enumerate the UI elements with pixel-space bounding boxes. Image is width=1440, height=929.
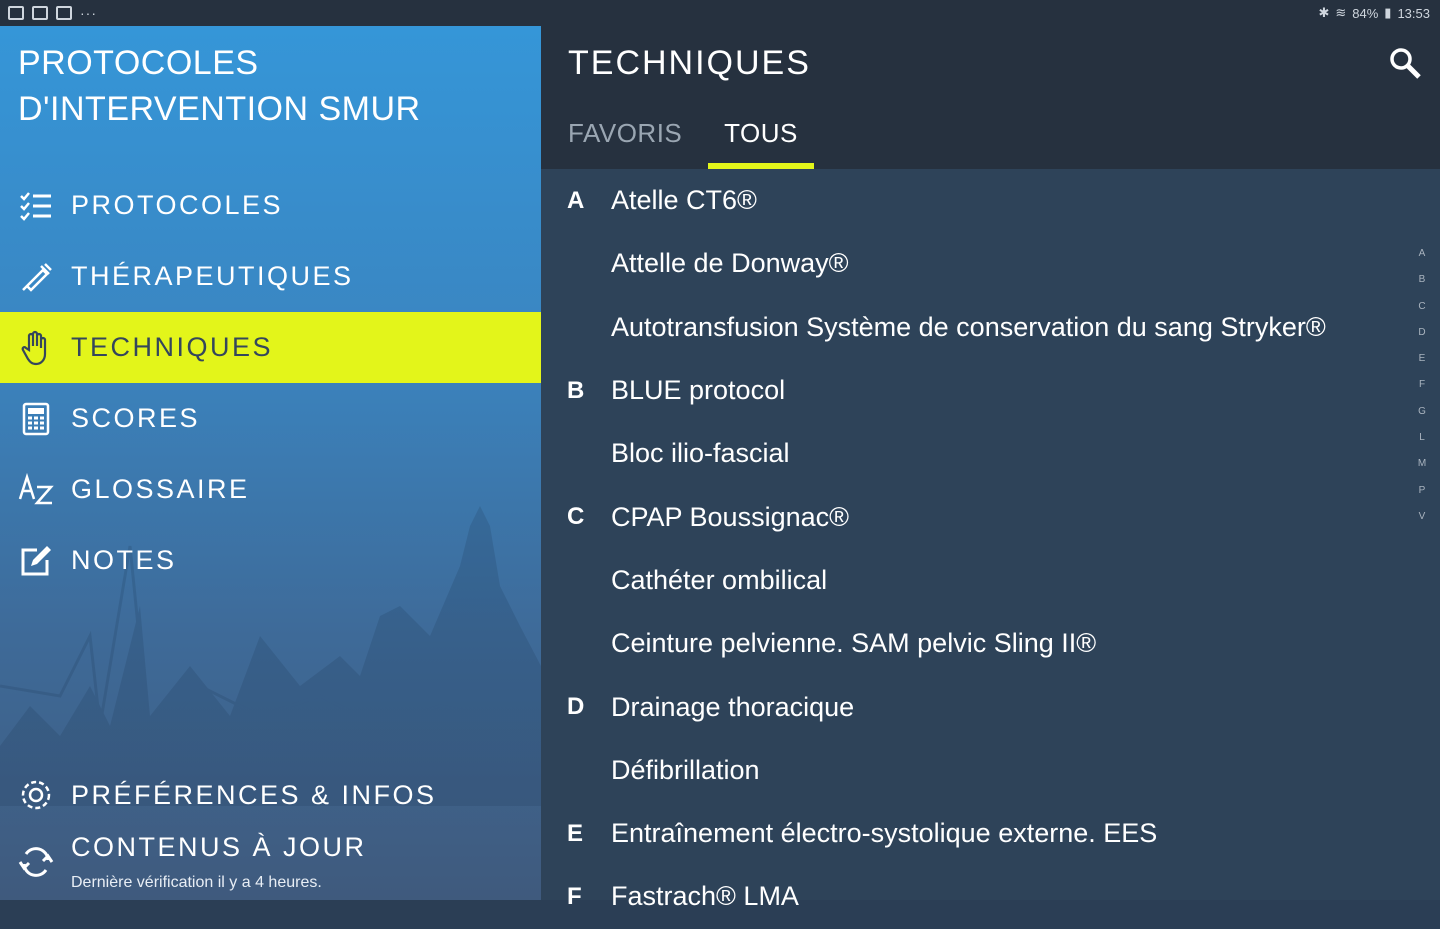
section-letter: D xyxy=(567,693,585,721)
gear-icon xyxy=(18,777,54,813)
wifi-icon: ≋ xyxy=(1335,5,1347,20)
index-letter[interactable]: B xyxy=(1415,274,1429,300)
search-button[interactable] xyxy=(1388,46,1422,80)
message-icon xyxy=(32,6,48,20)
app-bar: TECHNIQUES FAVORIS TOUS xyxy=(541,26,1440,169)
more-icon: ··· xyxy=(80,5,97,21)
preferences-button[interactable]: PRÉFÉRENCES & INFOS xyxy=(0,764,541,826)
techniques-list: A Atelle CT6® Attelle de Donway® Autotran… xyxy=(541,169,1411,929)
drawer-footer: PRÉFÉRENCES & INFOS CONTENUS À JOUR Dern… xyxy=(0,764,541,900)
index-letter[interactable]: V xyxy=(1415,511,1429,537)
index-letter[interactable]: M xyxy=(1415,458,1429,484)
item-name: Fastrach® LMA xyxy=(611,881,799,912)
index-letter[interactable]: C xyxy=(1415,301,1429,327)
nav-item-scores[interactable]: SCORES xyxy=(0,383,541,454)
note-icon xyxy=(56,6,72,20)
nav-item-glossaire[interactable]: GLOSSAIRE xyxy=(0,454,541,525)
main-nav: PROTOCOLES THÉRAPEUTIQUES TECHNIQUES SCO… xyxy=(0,170,541,596)
update-label: CONTENUS À JOUR xyxy=(71,832,367,862)
index-letter[interactable]: A xyxy=(1415,248,1429,274)
alphabet-index[interactable]: A B C D E F G L M P V xyxy=(1415,248,1429,537)
list-item[interactable]: D Drainage thoracique xyxy=(541,675,1411,738)
bluetooth-icon: ✱ xyxy=(1318,5,1330,20)
section-letter: A xyxy=(567,186,585,214)
index-letter[interactable]: F xyxy=(1415,379,1429,405)
app-title: PROTOCOLES D'INTERVENTION SMUR xyxy=(18,44,421,128)
tab-tous[interactable]: TOUS xyxy=(708,112,814,169)
calculator-icon xyxy=(18,401,54,437)
nav-label: TECHNIQUES xyxy=(71,332,274,362)
index-letter[interactable]: E xyxy=(1415,353,1429,379)
gallery-icon xyxy=(8,6,24,20)
battery-icon: ▮ xyxy=(1384,5,1392,20)
nav-label: SCORES xyxy=(71,403,201,433)
item-name: Défibrillation xyxy=(611,754,760,785)
nav-item-notes[interactable]: NOTES xyxy=(0,525,541,596)
index-letter[interactable]: D xyxy=(1415,327,1429,353)
nav-label: NOTES xyxy=(71,545,177,575)
list-item[interactable]: Cathéter ombilical xyxy=(541,549,1411,612)
item-name: Attelle de Donway® xyxy=(611,248,849,279)
checklist-icon xyxy=(18,188,54,224)
list-item[interactable]: Autotransfusion Système de conservation … xyxy=(541,296,1411,359)
item-name: Ceinture pelvienne. SAM pelvic Sling II® xyxy=(611,628,1097,659)
system-icons: ✱ ≋ 84% ▮ 13:53 xyxy=(1318,5,1430,21)
list-item[interactable]: Attelle de Donway® xyxy=(541,232,1411,295)
nav-label: THÉRAPEUTIQUES xyxy=(71,261,354,291)
nav-label: GLOSSAIRE xyxy=(71,474,250,504)
nav-label: PROTOCOLES xyxy=(71,190,284,220)
list-item[interactable]: Bloc ilio-fascial xyxy=(541,422,1411,485)
section-letter: C xyxy=(567,503,585,531)
navigation-drawer: PROTOCOLES D'INTERVENTION SMUR PROTOCOLE… xyxy=(0,26,541,900)
edit-note-icon xyxy=(18,543,54,579)
nav-item-therapeutiques[interactable]: THÉRAPEUTIQUES xyxy=(0,241,541,312)
item-name: CPAP Boussignac® xyxy=(611,501,850,532)
list-item[interactable]: Défibrillation xyxy=(541,739,1411,802)
az-icon xyxy=(18,472,54,508)
item-name: Cathéter ombilical xyxy=(611,564,828,595)
item-name: Bloc ilio-fascial xyxy=(611,438,790,469)
item-name: Autotransfusion Système de conservation … xyxy=(611,311,1326,342)
preferences-label: PRÉFÉRENCES & INFOS xyxy=(71,779,437,810)
list-item[interactable]: B BLUE protocol xyxy=(541,359,1411,422)
page-title: TECHNIQUES xyxy=(568,44,811,82)
battery-percent: 84% xyxy=(1352,5,1379,21)
update-status[interactable]: CONTENUS À JOUR Dernière vérification il… xyxy=(0,826,541,900)
item-name: Atelle CT6® xyxy=(611,185,757,216)
nav-item-protocoles[interactable]: PROTOCOLES xyxy=(0,170,541,241)
section-letter: E xyxy=(567,819,584,847)
index-letter[interactable]: L xyxy=(1415,432,1429,458)
hand-icon xyxy=(18,330,54,366)
section-letter: B xyxy=(567,376,585,404)
content-panel: TECHNIQUES FAVORIS TOUS A Atelle CT6® Att… xyxy=(541,26,1440,911)
item-name: Drainage thoracique xyxy=(611,691,855,722)
syringe-icon xyxy=(18,259,54,295)
clock: 13:53 xyxy=(1397,5,1430,21)
index-letter[interactable]: P xyxy=(1415,485,1429,511)
search-icon xyxy=(1390,48,1421,79)
item-name: Entraînement électro-systolique externe.… xyxy=(611,818,1158,849)
section-letter: F xyxy=(567,882,582,910)
last-check-text: Dernière vérification il y a 4 heures. xyxy=(71,874,322,891)
index-letter[interactable]: G xyxy=(1415,406,1429,432)
list-item[interactable]: C CPAP Boussignac® xyxy=(541,485,1411,548)
notification-icons: ··· xyxy=(8,5,97,21)
list-item[interactable]: A Atelle CT6® xyxy=(541,169,1411,232)
sync-icon xyxy=(18,844,54,880)
tab-favoris[interactable]: FAVORIS xyxy=(568,112,708,169)
tab-bar: FAVORIS TOUS xyxy=(541,112,814,169)
list-item[interactable]: E Entraînement électro-systolique externe… xyxy=(541,802,1411,865)
nav-item-techniques[interactable]: TECHNIQUES xyxy=(0,312,541,383)
item-name: BLUE protocol xyxy=(611,375,786,406)
list-item[interactable]: F Fastrach® LMA xyxy=(541,865,1411,928)
list-item[interactable]: Ceinture pelvienne. SAM pelvic Sling II® xyxy=(541,612,1411,675)
status-bar: ··· ✱ ≋ 84% ▮ 13:53 xyxy=(0,0,1440,26)
